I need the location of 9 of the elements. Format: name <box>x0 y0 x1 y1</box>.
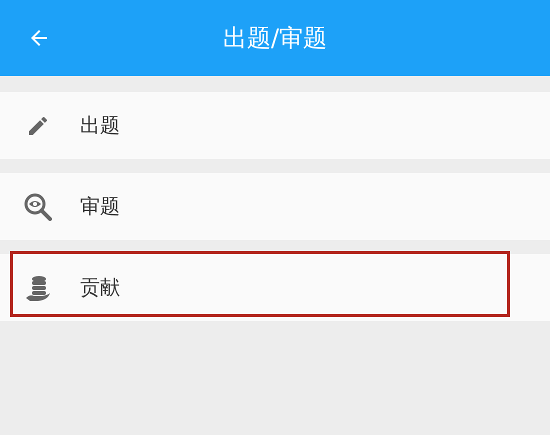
menu-item[interactable]: 贡献 <box>0 254 550 321</box>
menu-item[interactable]: 审题 <box>0 173 550 240</box>
coins-hand-icon <box>24 274 52 302</box>
search-icon <box>23 192 53 222</box>
menu-label: 出题 <box>80 112 120 139</box>
page-title: 出题/审题 <box>222 23 328 54</box>
menu-item[interactable]: 出题 <box>0 92 550 159</box>
menu-label: 审题 <box>80 193 120 220</box>
menu-label: 贡献 <box>80 274 120 301</box>
